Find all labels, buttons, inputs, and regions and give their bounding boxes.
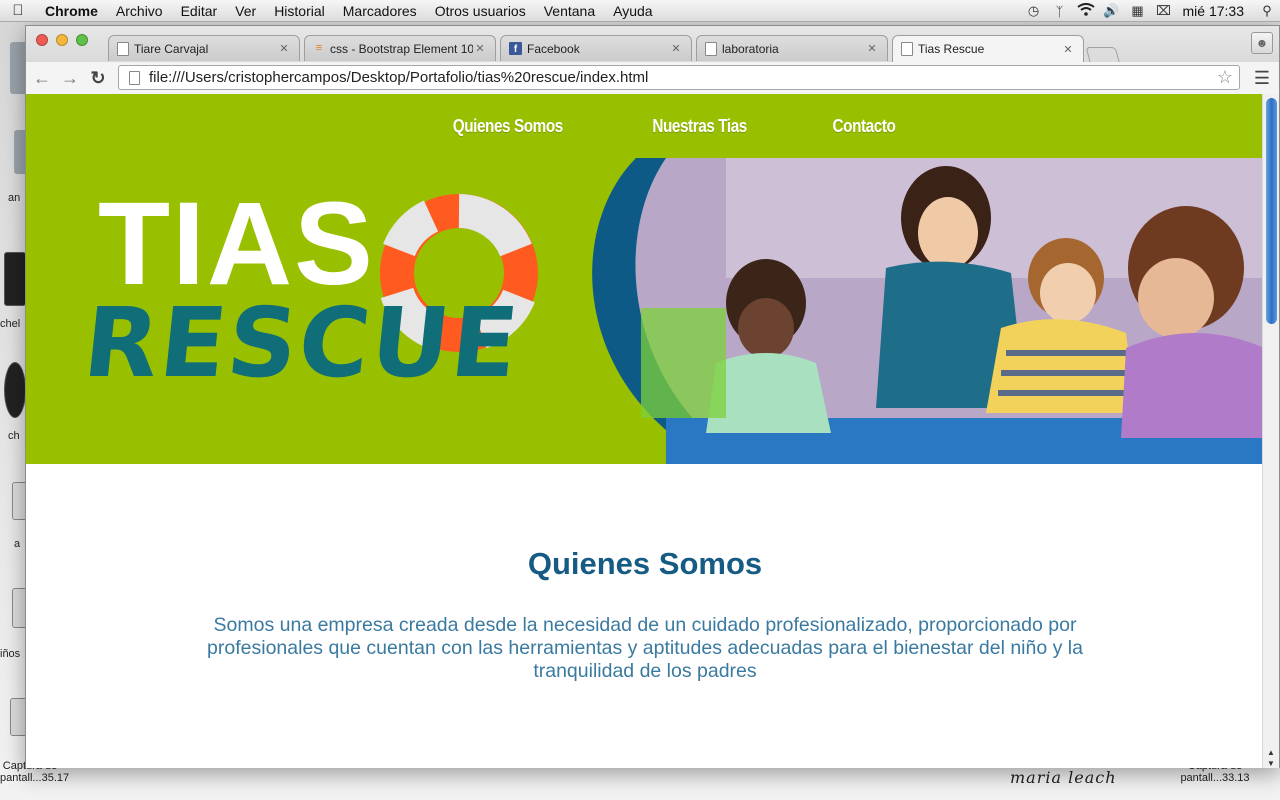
menu-ventana[interactable]: Ventana: [535, 3, 604, 19]
close-tab-icon[interactable]: ✕: [473, 42, 487, 55]
menu-editar[interactable]: Editar: [172, 3, 227, 19]
browser-toolbar: ← → ↻ ☆ ☰: [26, 62, 1279, 94]
desktop-label: chel: [0, 318, 21, 330]
browser-chrome: Tiare Carvajal ✕ ≡ css - Bootstrap Eleme…: [26, 26, 1279, 94]
browser-window: Tiare Carvajal ✕ ≡ css - Bootstrap Eleme…: [25, 25, 1280, 768]
nav-link-contacto[interactable]: Contacto: [833, 116, 896, 137]
desktop-label: a: [14, 538, 21, 550]
close-tab-icon[interactable]: ✕: [1061, 43, 1075, 56]
tab-tiare-carvajal[interactable]: Tiare Carvajal ✕: [108, 35, 300, 61]
calendar-icon[interactable]: ▦: [1125, 3, 1151, 19]
close-tab-icon[interactable]: ✕: [669, 42, 683, 55]
tab-tias-rescue[interactable]: Tias Rescue ✕: [892, 35, 1084, 62]
tab-label: Tiare Carvajal: [134, 41, 209, 56]
back-arrow-icon[interactable]: ←: [30, 66, 54, 90]
menu-historial[interactable]: Historial: [265, 3, 334, 19]
menu-ver[interactable]: Ver: [226, 3, 265, 19]
close-tab-icon[interactable]: ✕: [277, 42, 291, 55]
tab-laboratoria[interactable]: laboratoria ✕: [696, 35, 888, 61]
menu-archivo[interactable]: Archivo: [107, 3, 172, 19]
status-area: ◷ ᛉ 🔊 ▦ ⌧ mié 17:33 ⚲: [1021, 0, 1280, 22]
tab-label: laboratoria: [722, 41, 779, 56]
page-viewport: Quienes Somos Nuestras Tias Contacto TIA…: [26, 94, 1264, 768]
wallpaper-handwriting: maria leach: [1010, 768, 1117, 787]
page-icon: [117, 41, 129, 56]
bookmark-star-icon[interactable]: ☆: [1211, 67, 1239, 88]
wifi-icon[interactable]: [1073, 3, 1099, 19]
scroll-up-arrow-icon[interactable]: ▲: [1263, 748, 1279, 757]
tab-label: css - Bootstrap Element 10: [330, 41, 473, 56]
apple-icon[interactable]: : [0, 2, 36, 19]
spotlight-search-icon[interactable]: ⚲: [1254, 3, 1280, 19]
reload-icon[interactable]: ↻: [86, 66, 110, 90]
scrollbar-thumb[interactable]: [1266, 98, 1277, 324]
address-bar[interactable]: ☆: [118, 65, 1240, 90]
menu-clock[interactable]: mié 17:33: [1177, 3, 1254, 19]
time-machine-icon[interactable]: ◷: [1021, 3, 1047, 19]
bluetooth-icon[interactable]: ᛉ: [1047, 4, 1073, 19]
close-window-button[interactable]: [36, 34, 48, 46]
facebook-icon: f: [509, 42, 522, 55]
section-description: Somos una empresa creada desde la necesi…: [207, 614, 1083, 682]
desktop-label: an: [8, 192, 21, 204]
menu-marcadores[interactable]: Marcadores: [334, 3, 426, 19]
desktop-label: ch: [8, 430, 20, 442]
tab-facebook[interactable]: f Facebook ✕: [500, 35, 692, 61]
about-section: Quienes Somos Somos una empresa creada d…: [26, 464, 1264, 683]
hero-artwork: TIAS RESCUE: [79, 158, 1264, 464]
chrome-menu-icon[interactable]: ☰: [1251, 66, 1273, 90]
tab-css-bootstrap[interactable]: ≡ css - Bootstrap Element 10 ✕: [304, 35, 496, 61]
keyboard-icon[interactable]: ⌧: [1151, 3, 1177, 19]
site-nav: Quienes Somos Nuestras Tias Contacto: [26, 94, 1264, 158]
volume-icon[interactable]: 🔊: [1099, 3, 1125, 19]
nav-link-quienes-somos[interactable]: Quienes Somos: [452, 116, 563, 137]
forward-arrow-icon[interactable]: →: [58, 66, 82, 90]
menu-otros-usuarios[interactable]: Otros usuarios: [426, 3, 535, 19]
page-icon: [129, 70, 140, 85]
page-icon: [901, 42, 913, 56]
menu-app-name[interactable]: Chrome: [36, 3, 107, 19]
logo-rescue-text: RESCUE: [79, 287, 525, 399]
desktop-image-icon[interactable]: [4, 252, 26, 306]
page-icon: [705, 41, 717, 56]
zoom-window-button[interactable]: [76, 34, 88, 46]
tab-label: Facebook: [527, 41, 580, 56]
vertical-scrollbar[interactable]: ▲ ▼: [1262, 94, 1279, 768]
menu-ayuda[interactable]: Ayuda: [604, 3, 661, 19]
stackoverflow-icon: ≡: [315, 41, 323, 54]
minimize-window-button[interactable]: [56, 34, 68, 46]
scroll-down-arrow-icon[interactable]: ▼: [1263, 759, 1279, 768]
tab-label: Tias Rescue: [918, 42, 985, 56]
window-controls: [36, 34, 88, 46]
desktop-image-icon[interactable]: [4, 362, 26, 418]
hero-banner: TIAS RESCUE: [26, 158, 1264, 464]
desktop-label: iños: [0, 648, 21, 660]
nav-link-nuestras-tias[interactable]: Nuestras Tias: [652, 116, 747, 137]
menu-bar:  Chrome Archivo Editar Ver Historial Ma…: [0, 0, 1280, 22]
close-tab-icon[interactable]: ✕: [865, 42, 879, 55]
section-title: Quienes Somos: [527, 546, 763, 581]
url-input[interactable]: [149, 69, 1211, 86]
profile-icon[interactable]: ☻: [1251, 32, 1273, 54]
